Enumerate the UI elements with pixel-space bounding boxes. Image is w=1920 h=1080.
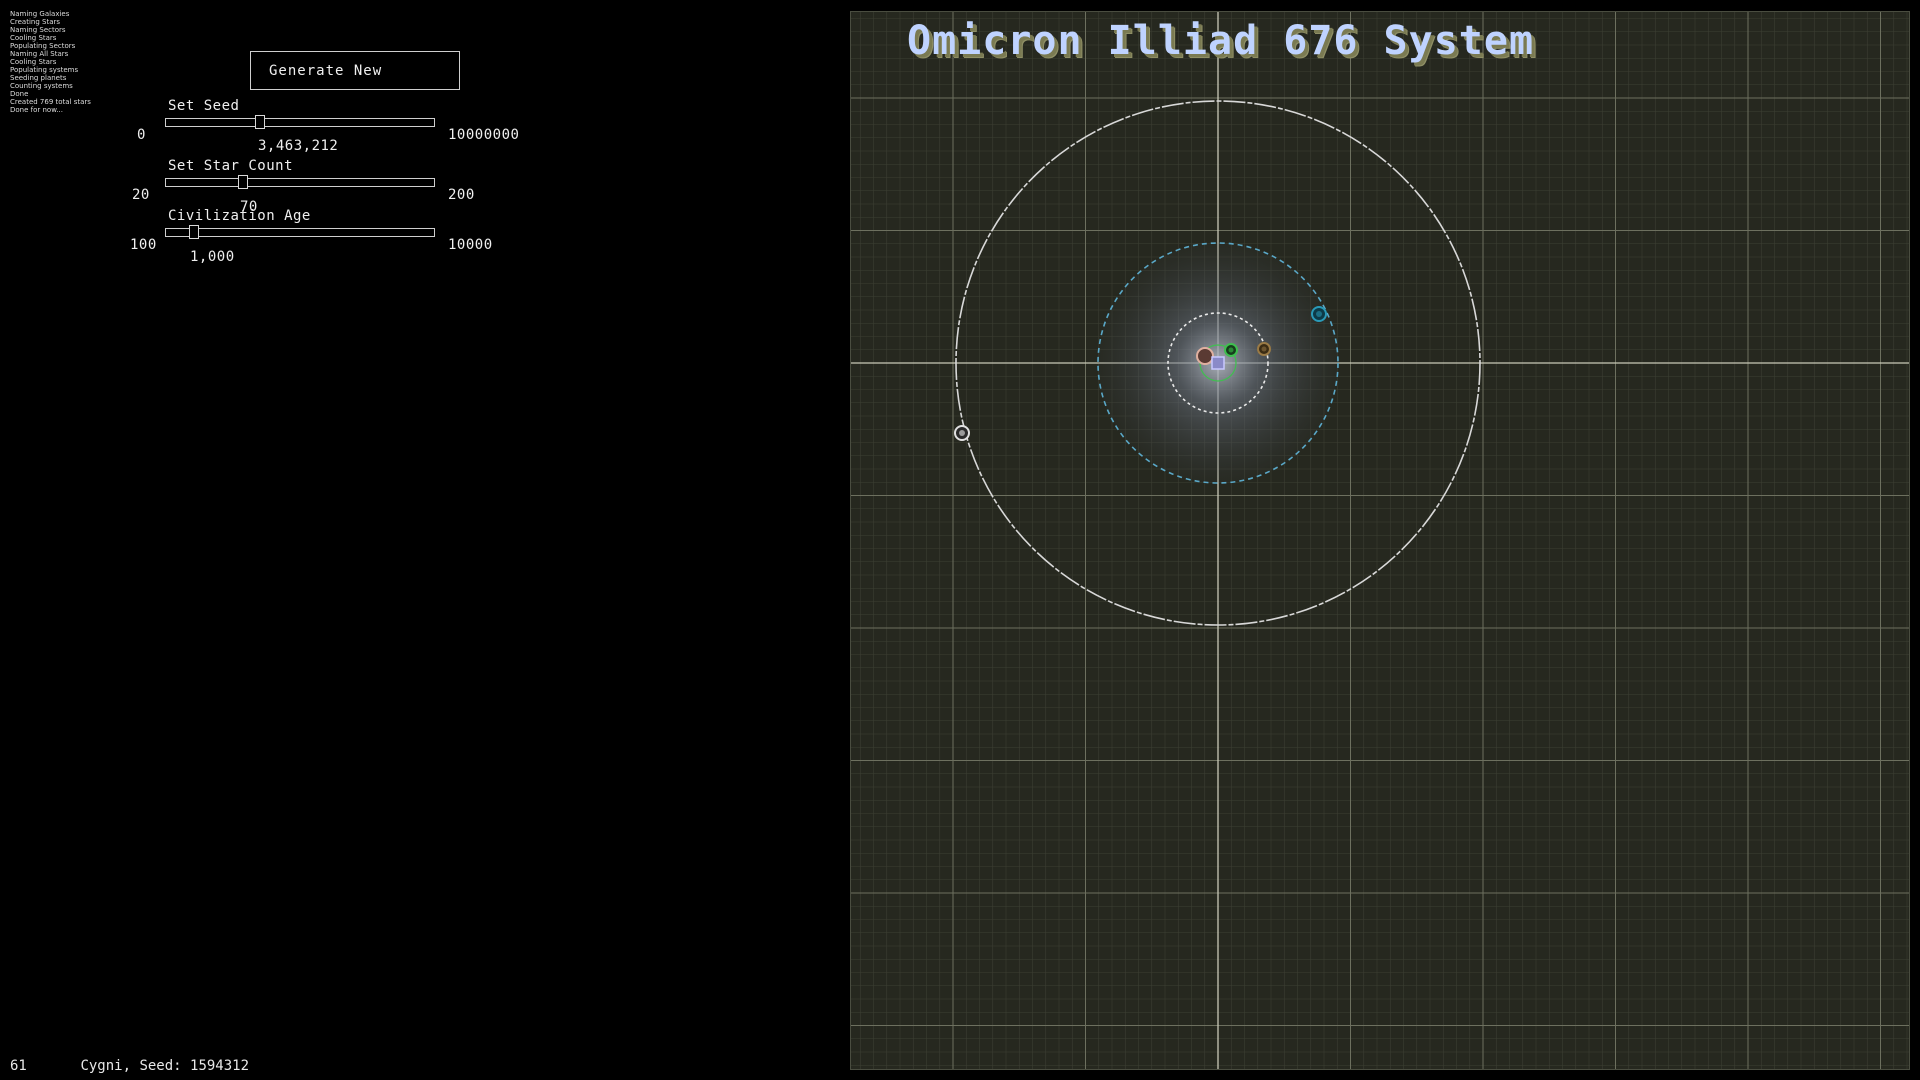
system-map[interactable] [851, 12, 1910, 1070]
planet-teal[interactable] [1311, 306, 1327, 322]
log-line: Creating Stars [10, 18, 61, 26]
civ-age-slider-handle[interactable] [189, 225, 200, 239]
civ-age-label: Civilization Age [168, 208, 311, 224]
log-line: Naming All Stars [10, 50, 69, 58]
log-line: Seeding planets [10, 74, 67, 82]
log-line: Counting systems [10, 82, 73, 90]
planet-pink[interactable] [1196, 347, 1214, 365]
seed-value: 3,463,212 [258, 138, 339, 154]
civ-age-max: 10000 [448, 237, 493, 253]
star-count-slider-handle[interactable] [237, 175, 248, 189]
log-line: Populating Sectors [10, 42, 76, 50]
star-count-min: 20 [132, 187, 150, 203]
generation-log: Naming Galaxies Creating Stars Naming Sect… [10, 10, 91, 114]
system-title: Omicron Illiad 676 System [907, 18, 1535, 64]
log-line: Created 769 total stars [10, 98, 91, 106]
civ-age-slider[interactable] [165, 225, 435, 239]
civ-age-min: 100 [130, 237, 157, 253]
seed-slider[interactable] [165, 115, 435, 129]
star-count-label: Set Star Count [168, 158, 294, 174]
log-line: Done [10, 90, 29, 98]
log-line: Cooling Stars [10, 58, 57, 66]
log-line: Naming Galaxies [10, 10, 70, 18]
planet-tan[interactable] [1257, 342, 1271, 356]
seed-slider-handle[interactable] [255, 115, 266, 129]
star-count-slider[interactable] [165, 175, 435, 189]
generate-new-button[interactable]: Generate New [250, 51, 460, 90]
planet-green[interactable] [1224, 343, 1238, 357]
seed-label: Set Seed [168, 98, 240, 114]
system-view[interactable]: Omicron Illiad 676 System [850, 11, 1910, 1070]
log-line: Done for now... [10, 106, 63, 114]
log-line: Cooling Stars [10, 34, 57, 42]
seed-max: 10000000 [448, 127, 520, 143]
log-line: Populating systems [10, 66, 79, 74]
civ-age-value: 1,000 [190, 249, 235, 265]
seed-min: 0 [137, 127, 146, 143]
central-star[interactable] [1211, 356, 1225, 370]
star-count-max: 200 [448, 187, 475, 203]
status-bar: 61 Cygni, Seed: 1594312 [10, 1058, 249, 1074]
planet-white[interactable] [954, 425, 970, 441]
fps-counter: 61 [10, 1058, 27, 1074]
status-text: Cygni, Seed: 1594312 [80, 1058, 250, 1074]
log-line: Naming Sectors [10, 26, 66, 34]
map-grid [851, 12, 1909, 1069]
